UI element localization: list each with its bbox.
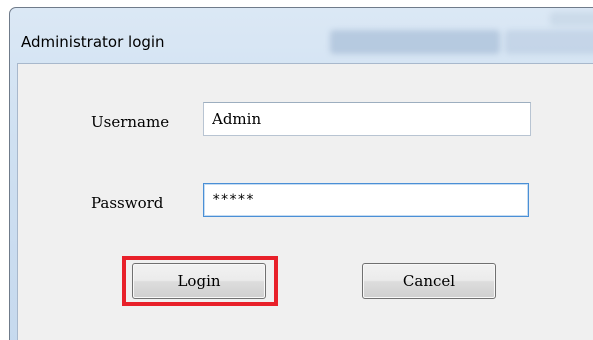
login-button[interactable]: Login (132, 263, 266, 299)
dialog-titlebar[interactable]: Administrator login (10, 8, 593, 62)
background-blur (550, 12, 593, 26)
dialog-title: Administrator login (21, 33, 165, 51)
background-blur (505, 30, 593, 54)
login-dialog: Administrator login Username Password Lo… (9, 7, 593, 340)
password-label: Password (91, 194, 164, 212)
dialog-body: Username Password Login Cancel (17, 63, 593, 340)
cancel-button[interactable]: Cancel (362, 263, 496, 299)
username-input[interactable] (203, 102, 531, 136)
password-input[interactable] (203, 183, 529, 217)
screen: Administrator login Username Password Lo… (0, 0, 593, 340)
background-blur (330, 30, 500, 54)
username-label: Username (91, 113, 170, 131)
